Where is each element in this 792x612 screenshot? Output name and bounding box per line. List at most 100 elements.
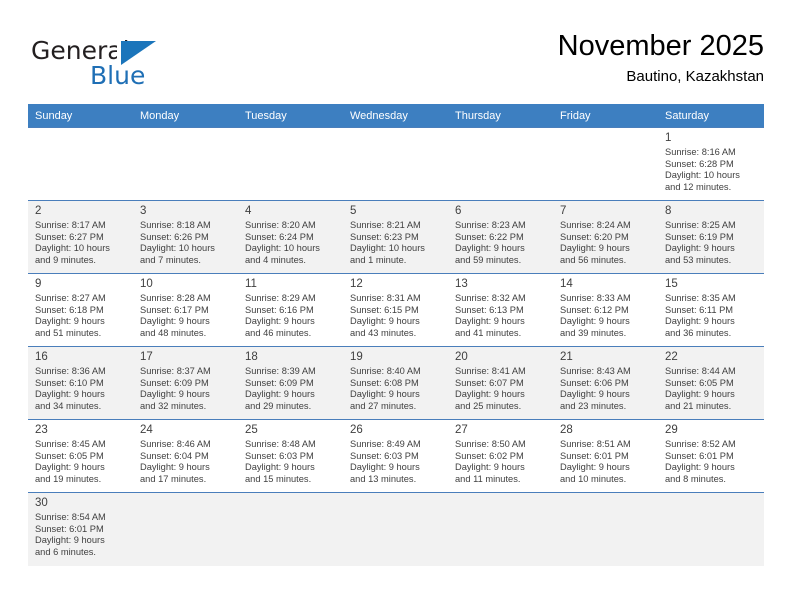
page-header: General Blue November 2025 Bautino, Kaza… [28, 28, 764, 94]
calendar-cell-empty [343, 127, 448, 201]
day-cell-content: 24 Sunrise: 8:46 AM Sunset: 6:04 PM Dayligh… [133, 420, 238, 492]
sunrise-text: Sunrise: 8:35 AM [665, 293, 736, 303]
sunset-text: Sunset: 6:12 PM [560, 304, 629, 315]
day-sun-info: Sunrise: 8:50 AM Sunset: 6:02 PM Daylight:… [455, 439, 547, 485]
day-sun-info: Sunrise: 8:20 AM Sunset: 6:24 PM Daylight:… [245, 220, 337, 266]
sunset-text: Sunset: 6:22 PM [455, 231, 524, 242]
daylight-text-line1: Daylight: 9 hours [665, 389, 735, 400]
calendar-day-cell[interactable]: 3 Sunrise: 8:18 AM Sunset: 6:26 PM Daylight… [133, 200, 238, 274]
calendar-cell-empty [343, 492, 448, 566]
calendar-day-cell[interactable]: 8 Sunrise: 8:25 AM Sunset: 6:19 PM Daylight… [658, 200, 764, 274]
calendar-day-cell[interactable]: 24 Sunrise: 8:46 AM Sunset: 6:04 PM Dayligh… [133, 419, 238, 493]
sunrise-text: Sunrise: 8:51 AM [560, 439, 631, 449]
calendar-day-cell[interactable]: 22 Sunrise: 8:44 AM Sunset: 6:05 PM Dayligh… [658, 346, 764, 420]
calendar-day-cell[interactable]: 6 Sunrise: 8:23 AM Sunset: 6:22 PM Daylight… [448, 200, 553, 274]
calendar-day-cell[interactable]: 11 Sunrise: 8:29 AM Sunset: 6:16 PM Dayligh… [238, 273, 343, 347]
day-number: 21 [560, 351, 573, 363]
daylight-text-line2: and 9 minutes. [35, 254, 96, 265]
calendar-day-cell[interactable]: 21 Sunrise: 8:43 AM Sunset: 6:06 PM Dayligh… [553, 346, 658, 420]
calendar-day-cell[interactable]: 16 Sunrise: 8:36 AM Sunset: 6:10 PM Dayligh… [28, 346, 133, 420]
calendar-day-cell[interactable]: 2 Sunrise: 8:17 AM Sunset: 6:27 PM Daylight… [28, 200, 133, 274]
sunset-text: Sunset: 6:05 PM [35, 450, 104, 461]
general-blue-logo[interactable]: General Blue [31, 36, 211, 92]
day-number: 22 [665, 351, 678, 363]
day-sun-info: Sunrise: 8:49 AM Sunset: 6:03 PM Daylight:… [350, 439, 442, 485]
sunrise-text: Sunrise: 8:36 AM [35, 366, 106, 376]
calendar-day-cell[interactable]: 25 Sunrise: 8:48 AM Sunset: 6:03 PM Dayligh… [238, 419, 343, 493]
day-cell-content: 27 Sunrise: 8:50 AM Sunset: 6:02 PM Dayligh… [448, 420, 553, 492]
daylight-text-line1: Daylight: 9 hours [245, 316, 315, 327]
daylight-text-line1: Daylight: 9 hours [350, 316, 420, 327]
sunset-text: Sunset: 6:03 PM [350, 450, 419, 461]
calendar-day-cell[interactable]: 17 Sunrise: 8:37 AM Sunset: 6:09 PM Dayligh… [133, 346, 238, 420]
sunrise-text: Sunrise: 8:54 AM [35, 512, 106, 522]
calendar-day-cell[interactable]: 28 Sunrise: 8:51 AM Sunset: 6:01 PM Dayligh… [553, 419, 658, 493]
calendar-day-cell[interactable]: 15 Sunrise: 8:35 AM Sunset: 6:11 PM Dayligh… [658, 273, 764, 347]
calendar-day-cell[interactable]: 9 Sunrise: 8:27 AM Sunset: 6:18 PM Daylight… [28, 273, 133, 347]
sunrise-text: Sunrise: 8:25 AM [665, 220, 736, 230]
calendar-day-cell[interactable]: 19 Sunrise: 8:40 AM Sunset: 6:08 PM Dayligh… [343, 346, 448, 420]
day-sun-info: Sunrise: 8:29 AM Sunset: 6:16 PM Daylight:… [245, 293, 337, 339]
weekday-header-thursday: Thursday [448, 104, 553, 128]
calendar-day-cell[interactable]: 4 Sunrise: 8:20 AM Sunset: 6:24 PM Daylight… [238, 200, 343, 274]
calendar-day-cell[interactable]: 20 Sunrise: 8:41 AM Sunset: 6:07 PM Dayligh… [448, 346, 553, 420]
calendar-week-row: 30 Sunrise: 8:54 AM Sunset: 6:01 PM Dayligh… [28, 492, 764, 566]
daylight-text-line2: and 56 minutes. [560, 254, 627, 265]
day-cell-content: 17 Sunrise: 8:37 AM Sunset: 6:09 PM Dayligh… [133, 347, 238, 419]
daylight-text-line2: and 8 minutes. [665, 473, 726, 484]
day-cell-content: 10 Sunrise: 8:28 AM Sunset: 6:17 PM Dayligh… [133, 274, 238, 346]
day-cell-content: 1 Sunrise: 8:16 AM Sunset: 6:28 PM Daylight… [658, 128, 764, 200]
calendar-day-cell[interactable]: 26 Sunrise: 8:49 AM Sunset: 6:03 PM Dayligh… [343, 419, 448, 493]
day-number: 24 [140, 424, 153, 436]
day-number: 13 [455, 278, 468, 290]
sunset-text: Sunset: 6:27 PM [35, 231, 104, 242]
sunset-text: Sunset: 6:09 PM [245, 377, 314, 388]
sunset-text: Sunset: 6:19 PM [665, 231, 734, 242]
daylight-text-line1: Daylight: 9 hours [35, 462, 105, 473]
calendar-cell-empty [238, 127, 343, 201]
daylight-text-line2: and 1 minute. [350, 254, 407, 265]
calendar-page: General Blue November 2025 Bautino, Kaza… [0, 0, 792, 612]
sunset-text: Sunset: 6:01 PM [560, 450, 629, 461]
daylight-text-line2: and 23 minutes. [560, 400, 627, 411]
daylight-text-line2: and 39 minutes. [560, 327, 627, 338]
calendar-day-cell[interactable]: 27 Sunrise: 8:50 AM Sunset: 6:02 PM Dayligh… [448, 419, 553, 493]
calendar-week-row: 9 Sunrise: 8:27 AM Sunset: 6:18 PM Daylight… [28, 273, 764, 347]
calendar-day-cell[interactable]: 1 Sunrise: 8:16 AM Sunset: 6:28 PM Daylight… [658, 127, 764, 201]
sunset-text: Sunset: 6:01 PM [665, 450, 734, 461]
sunrise-text: Sunrise: 8:50 AM [455, 439, 526, 449]
calendar-day-cell[interactable]: 30 Sunrise: 8:54 AM Sunset: 6:01 PM Dayligh… [28, 492, 133, 566]
calendar-day-cell[interactable]: 7 Sunrise: 8:24 AM Sunset: 6:20 PM Daylight… [553, 200, 658, 274]
daylight-text-line2: and 51 minutes. [35, 327, 102, 338]
day-cell-content: 14 Sunrise: 8:33 AM Sunset: 6:12 PM Dayligh… [553, 274, 658, 346]
day-number: 15 [665, 278, 678, 290]
sunset-text: Sunset: 6:17 PM [140, 304, 209, 315]
calendar-day-cell[interactable]: 18 Sunrise: 8:39 AM Sunset: 6:09 PM Dayligh… [238, 346, 343, 420]
day-cell-content: 23 Sunrise: 8:45 AM Sunset: 6:05 PM Dayligh… [28, 420, 133, 492]
day-number: 5 [350, 205, 357, 217]
daylight-text-line1: Daylight: 9 hours [455, 462, 525, 473]
daylight-text-line1: Daylight: 10 hours [665, 170, 740, 181]
calendar-day-cell[interactable]: 14 Sunrise: 8:33 AM Sunset: 6:12 PM Dayligh… [553, 273, 658, 347]
calendar-week-row: 2 Sunrise: 8:17 AM Sunset: 6:27 PM Daylight… [28, 200, 764, 274]
calendar-day-cell[interactable]: 10 Sunrise: 8:28 AM Sunset: 6:17 PM Dayligh… [133, 273, 238, 347]
calendar-day-cell[interactable]: 5 Sunrise: 8:21 AM Sunset: 6:23 PM Daylight… [343, 200, 448, 274]
calendar-day-cell[interactable]: 23 Sunrise: 8:45 AM Sunset: 6:05 PM Dayligh… [28, 419, 133, 493]
calendar-week-row: 23 Sunrise: 8:45 AM Sunset: 6:05 PM Dayligh… [28, 419, 764, 493]
day-cell-content: 13 Sunrise: 8:32 AM Sunset: 6:13 PM Dayligh… [448, 274, 553, 346]
day-cell-content: 19 Sunrise: 8:40 AM Sunset: 6:08 PM Dayligh… [343, 347, 448, 419]
daylight-text-line2: and 32 minutes. [140, 400, 207, 411]
day-cell-content: 9 Sunrise: 8:27 AM Sunset: 6:18 PM Daylight… [28, 274, 133, 346]
calendar-day-cell[interactable]: 13 Sunrise: 8:32 AM Sunset: 6:13 PM Dayligh… [448, 273, 553, 347]
daylight-text-line1: Daylight: 9 hours [350, 389, 420, 400]
weekday-header-friday: Friday [553, 104, 658, 128]
calendar-cell-empty [28, 127, 133, 201]
calendar-cell-empty [658, 492, 764, 566]
day-number: 2 [35, 205, 42, 217]
day-number: 7 [560, 205, 567, 217]
calendar-day-cell[interactable]: 12 Sunrise: 8:31 AM Sunset: 6:15 PM Dayligh… [343, 273, 448, 347]
sunrise-text: Sunrise: 8:31 AM [350, 293, 421, 303]
sunrise-text: Sunrise: 8:52 AM [665, 439, 736, 449]
day-cell-content: 20 Sunrise: 8:41 AM Sunset: 6:07 PM Dayligh… [448, 347, 553, 419]
calendar-day-cell[interactable]: 29 Sunrise: 8:52 AM Sunset: 6:01 PM Dayligh… [658, 419, 764, 493]
